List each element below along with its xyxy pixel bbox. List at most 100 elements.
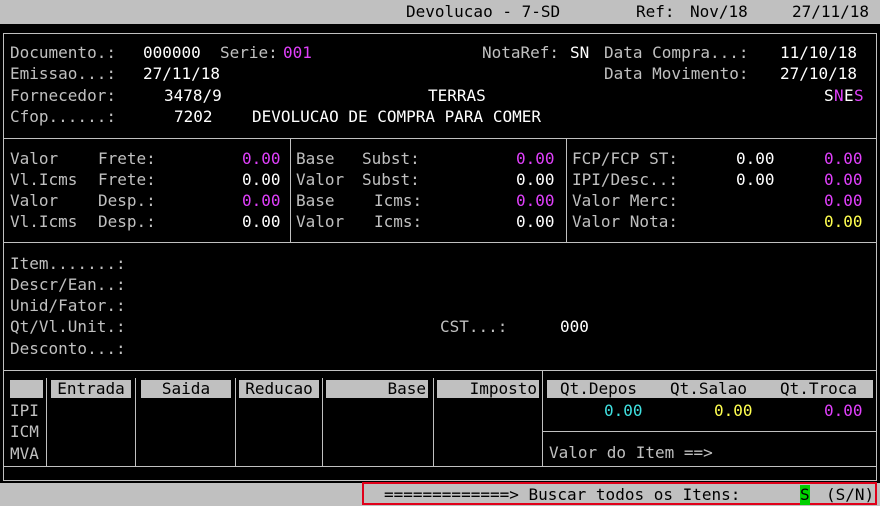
emissao-field[interactable]: 27/11/18 [143, 64, 220, 84]
sne-flag-e: E [844, 86, 854, 105]
base-subst-label-a: Base [296, 149, 335, 168]
col-divider [542, 370, 543, 466]
qt-vl-unit-label: Qt/Vl.Unit.: [10, 317, 126, 336]
emissao-label: Emissao...: [10, 64, 116, 83]
valor-subst-field[interactable]: 0.00 [516, 170, 555, 190]
valor-subst-label-a: Valor [296, 170, 345, 189]
separator [3, 242, 877, 243]
valor-frete-label-a: Valor [10, 149, 59, 168]
separator [542, 431, 877, 432]
col-divider [235, 378, 236, 466]
separator [3, 466, 877, 467]
cfop-field[interactable]: 7202 [174, 107, 213, 127]
unid-fator-label: Unid/Fator.: [10, 296, 126, 315]
separator [566, 138, 567, 242]
vl-icms-frete-label-a: Vl.Icms [10, 170, 78, 189]
base-icms-label-a: Base [296, 191, 335, 210]
notaref-field[interactable]: SN [570, 43, 589, 63]
cfop-label: Cfop......: [10, 107, 116, 126]
valor-icms-label-a: Valor [296, 212, 345, 231]
qt-troca-value: 0.00 [824, 401, 863, 420]
fcp-label: FCP/FCP ST: [572, 149, 678, 168]
documento-label: Documento.: [10, 43, 116, 62]
header-date: 27/11/18 [792, 2, 870, 21]
fornecedor-field[interactable]: 3478/9 [164, 86, 222, 106]
separator [3, 138, 877, 139]
prompt-box: =============> Buscar todos os Itens: S … [362, 482, 877, 505]
documento-field[interactable]: 000000 [143, 43, 201, 63]
fcp-st-field[interactable]: 0.00 [824, 149, 863, 169]
data-compra-field[interactable]: 11/10/18 [780, 43, 857, 63]
qt-depos-header: Qt.Depos [560, 379, 638, 398]
tax-table-corner [10, 380, 43, 398]
cfop-description: DEVOLUCAO DE COMPRA PARA COMER [252, 107, 541, 126]
prompt-options: (S/N) [826, 485, 875, 504]
col-divider [135, 378, 136, 466]
qt-troca-header: Qt.Troca [780, 379, 858, 398]
ipi-desc-label: IPI/Desc..: [572, 170, 678, 189]
qt-salao-header: Qt.Salao [670, 379, 748, 398]
data-compra-label: Data Compra...: [604, 43, 749, 62]
qt-salao-value: 0.00 [714, 401, 753, 420]
prompt-text: =============> Buscar todos os Itens: [384, 485, 741, 504]
valor-icms-label-b: Icms: [374, 212, 423, 231]
ipi-field[interactable]: 0.00 [736, 170, 775, 190]
desconto-label: Desconto...: [10, 339, 126, 358]
valor-frete-field[interactable]: 0.00 [242, 149, 281, 169]
base-subst-label-b: Subst: [362, 149, 420, 168]
cst-label: CST...: [440, 317, 508, 336]
vl-icms-desp-label-b: Desp.: [98, 212, 156, 231]
fornecedor-name: TERRAS [428, 86, 486, 105]
base-icms-label-b: Icms: [374, 191, 423, 210]
data-movimento-field[interactable]: 27/10/18 [780, 64, 857, 84]
base-icms-field[interactable]: 0.00 [516, 191, 555, 211]
descr-ean-label: Descr/Ean..: [10, 275, 126, 294]
row-ipi: IPI [10, 401, 39, 420]
item-label: Item.......: [10, 254, 126, 273]
serie-field[interactable]: 001 [283, 43, 312, 63]
vl-icms-desp-label-a: Vl.Icms [10, 212, 78, 231]
desc-field[interactable]: 0.00 [824, 170, 863, 190]
row-icm: ICM [10, 422, 39, 441]
col-divider [322, 378, 323, 466]
row-mva: MVA [10, 444, 39, 463]
col-base: Base [326, 380, 428, 398]
base-subst-field[interactable]: 0.00 [516, 149, 555, 169]
valor-item-label: Valor do Item ==> [549, 443, 713, 462]
valor-desp-field[interactable]: 0.00 [242, 191, 281, 211]
valor-merc-value: 0.00 [824, 191, 863, 210]
col-saida: Saida [141, 380, 231, 398]
fornecedor-label: Fornecedor: [10, 86, 116, 105]
ref-label: Ref: [636, 2, 675, 21]
vl-icms-desp-field[interactable]: 0.00 [242, 212, 281, 232]
qt-depos-value: 0.00 [604, 401, 643, 420]
title-bar: Devolucao - 7-SD Ref: Nov/18 27/11/18 [0, 0, 880, 24]
valor-merc-label: Valor Merc: [572, 191, 678, 210]
col-divider [46, 378, 47, 466]
sne-flag-s: S [824, 86, 834, 105]
valor-subst-label-b: Subst: [362, 170, 420, 189]
col-reducao: Reducao [239, 380, 319, 398]
prompt-answer-field[interactable]: S [800, 485, 810, 505]
col-entrada: Entrada [51, 380, 131, 398]
cst-field[interactable]: 000 [560, 317, 589, 337]
vl-icms-frete-label-b: Frete: [98, 170, 156, 189]
vl-icms-frete-field[interactable]: 0.00 [242, 170, 281, 190]
valor-desp-label-a: Valor [10, 191, 59, 210]
fcp-field[interactable]: 0.00 [736, 149, 775, 169]
data-movimento-label: Data Movimento: [604, 64, 749, 83]
notaref-label: NotaRef: [482, 43, 560, 62]
valor-desp-label-b: Desp.: [98, 191, 156, 210]
valor-nota-value: 0.00 [824, 212, 863, 231]
window-title: Devolucao - 7-SD [406, 2, 561, 21]
serie-label: Serie: [220, 43, 278, 62]
valor-icms-field[interactable]: 0.00 [516, 212, 555, 232]
col-imposto: Imposto [437, 380, 539, 398]
col-divider [433, 378, 434, 466]
separator [3, 370, 877, 371]
sne-flag-n: N [834, 86, 844, 105]
separator [290, 138, 291, 242]
ref-value: Nov/18 [690, 2, 748, 21]
sne-flag-s2: S [854, 86, 864, 105]
valor-frete-label-b: Frete: [98, 149, 156, 168]
